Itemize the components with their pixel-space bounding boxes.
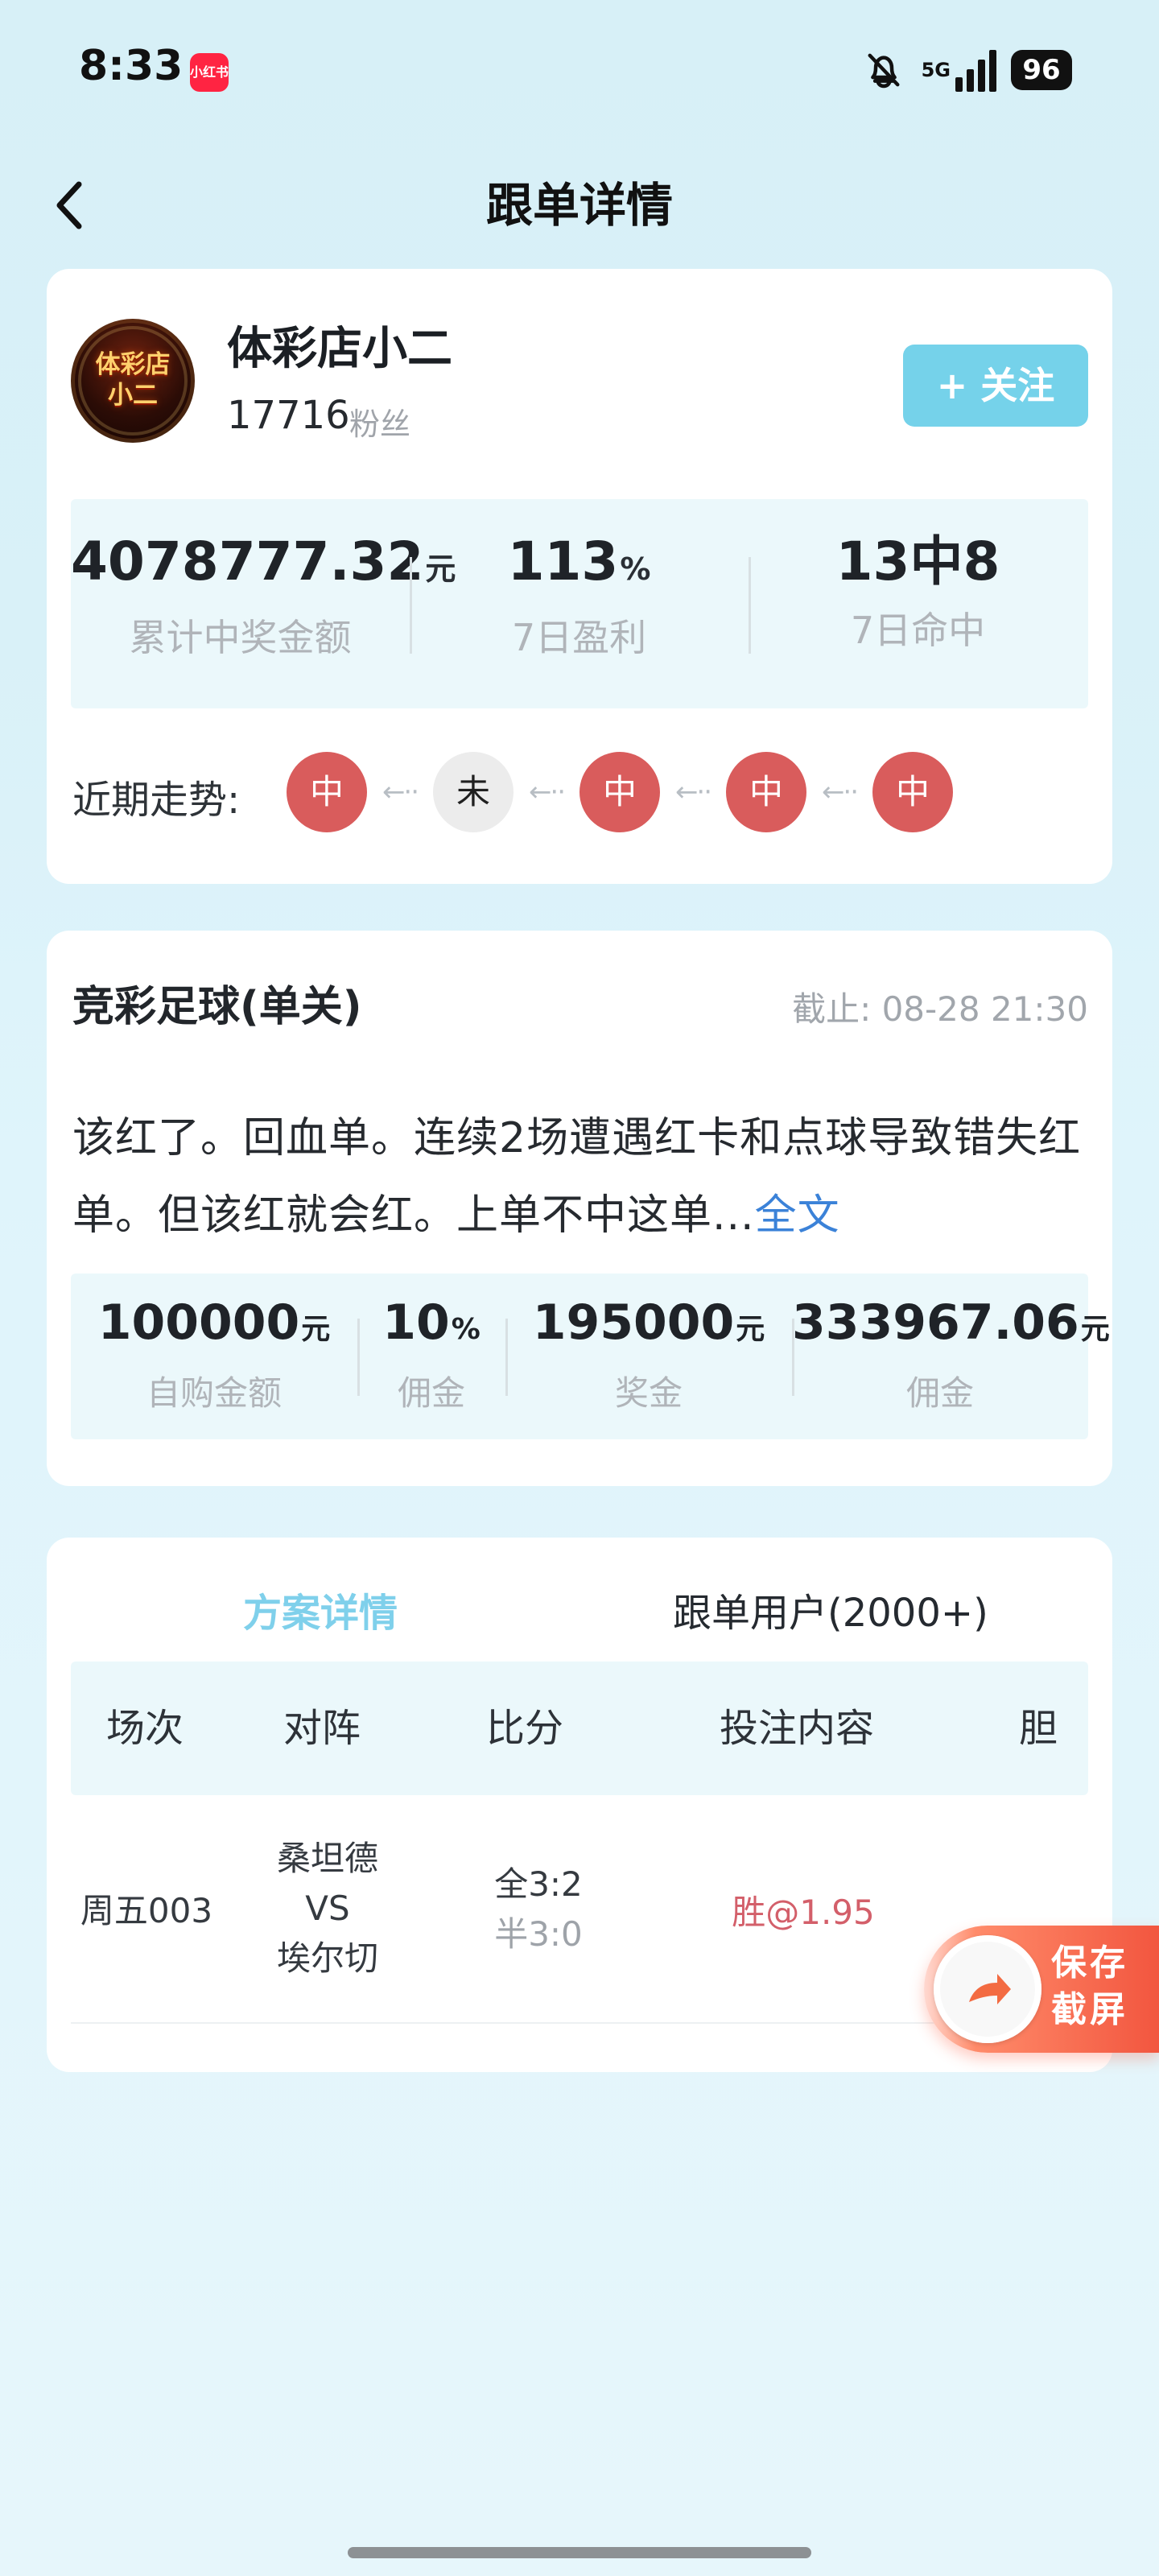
table-header: 场次 对阵 比分 投注内容 胆	[71, 1662, 1088, 1795]
full-time-score: 全3:2	[494, 1864, 583, 1904]
trend-arrow: ←··	[821, 776, 859, 808]
amount-prize: 195000元 奖金	[505, 1291, 792, 1418]
cell-bet-content: 胜@1.95	[732, 1893, 875, 1932]
trend-arrow: ←··	[382, 776, 419, 808]
save-screenshot-button[interactable]: 保存 截屏	[924, 1926, 1159, 2053]
stat-total-prize: 4078777.32元 累计中奖金额	[71, 526, 456, 663]
amount-self-buy-label: 自购金额	[146, 1373, 282, 1413]
network-label: 5G	[921, 59, 951, 81]
stats-strip: 4078777.32元 累计中奖金额 113% 7日盈利 13中8 7日命中	[71, 499, 1088, 708]
amount-self-buy: 100000元 自购金额	[71, 1291, 357, 1418]
page-title: 跟单详情	[485, 178, 673, 233]
notification-off-icon	[868, 53, 900, 89]
follow-button[interactable]: + 关注	[903, 345, 1088, 427]
amount-commission-rate-number: 10	[382, 1294, 450, 1351]
amount-prize-number: 195000	[532, 1294, 735, 1351]
trend-arrow: ←··	[674, 776, 712, 808]
app-mini-icon: 小红书	[190, 53, 229, 92]
profile-name: 体彩店小二	[227, 323, 452, 375]
cell-matchup: 桑坦德 VS 埃尔切	[259, 1834, 396, 1984]
amount-strip: 100000元 自购金额 10% 佣金 195000元 奖金 333967.06…	[71, 1274, 1110, 1439]
header-match-number: 场次	[106, 1706, 184, 1751]
home-team: 桑坦德	[276, 1839, 378, 1878]
save-screenshot-label: 保存 截屏	[1051, 1942, 1128, 2030]
amount-commission-rate-unit: %	[451, 1313, 481, 1346]
amount-commission-rate: 10% 佣金	[357, 1291, 505, 1418]
amount-commission-value: 333967.06元	[792, 1291, 1110, 1361]
trend-label: 近期走势:	[72, 778, 241, 823]
profile-card: 体彩店 小二 体彩店小二 17716 粉丝 + 关注 4078777.32元 累…	[47, 269, 1112, 884]
plan-description-text: 该红了。回血单。连续2场遭遇红卡和点球导致错失红单。但该红就会红。上单不中这单.…	[72, 1114, 1082, 1240]
header-bet-content: 投注内容	[720, 1706, 875, 1751]
stat-total-prize-number: 4078777.32	[71, 530, 424, 592]
stat-hit-7d: 13中8 7日命中	[749, 526, 1087, 655]
cell-score: 全3:2 半3:0	[470, 1860, 607, 1959]
avatar-text: 体彩店 小二	[95, 350, 171, 410]
amount-prize-label: 奖金	[614, 1373, 683, 1413]
read-more-link[interactable]: 全文	[755, 1191, 840, 1240]
network-status: 5G	[922, 48, 996, 92]
amount-commission-label: 佣金	[905, 1373, 974, 1413]
cell-match-number: 周五003	[80, 1891, 213, 1930]
status-time: 8:33	[79, 42, 184, 90]
header-banker: 胆	[1019, 1706, 1058, 1751]
stat-profit-7d: 113% 7日盈利	[410, 526, 749, 663]
tab-plan-details[interactable]: 方案详情	[243, 1581, 398, 1637]
stat-profit-7d-label: 7日盈利	[511, 616, 647, 659]
trend-items: 中 ←·· 未 ←·· 中 ←·· 中 ←·· 中	[287, 752, 953, 832]
fans-label: 粉丝	[349, 407, 411, 442]
stat-hit-7d-value: 13中8	[835, 530, 1000, 592]
amount-commission-unit: 元	[1080, 1313, 1110, 1346]
stat-profit-7d-number: 113	[507, 530, 619, 592]
plan-deadline: 截止: 08-28 21:30	[792, 989, 1088, 1029]
avatar[interactable]: 体彩店 小二	[71, 319, 195, 443]
tab-follow-users[interactable]: 跟单用户(2000+)	[673, 1581, 988, 1637]
trend-badge-hit: 中	[872, 752, 953, 832]
stat-profit-7d-unit: %	[620, 551, 651, 587]
plan-description: 该红了。回血单。连续2场遭遇红卡和点球导致错失红单。但该红就会红。上单不中这单.…	[72, 1100, 1087, 1254]
fans-count: 17716	[227, 393, 350, 438]
status-bar: 8:33 小红书 5G 96	[0, 0, 1159, 145]
plan-card: 竞彩足球(单关) 截止: 08-28 21:30 该红了。回血单。连续2场遭遇红…	[47, 931, 1112, 1486]
trend-badge-hit: 中	[580, 752, 660, 832]
stat-hit-7d-label: 7日命中	[850, 609, 986, 652]
amount-prize-value: 195000元	[505, 1291, 792, 1361]
share-arrow-icon	[969, 1974, 1011, 2004]
amount-commission: 333967.06元 佣金	[792, 1291, 1110, 1418]
battery-icon: 96	[1011, 50, 1072, 90]
stat-total-prize-value: 4078777.32元	[71, 526, 456, 605]
stat-profit-7d-value: 113%	[410, 526, 749, 605]
header-score: 比分	[486, 1706, 564, 1751]
signal-icon	[955, 48, 996, 92]
trend-badge-hit: 中	[287, 752, 367, 832]
away-team: 埃尔切	[276, 1938, 378, 1978]
amount-prize-unit: 元	[736, 1313, 765, 1346]
stat-total-prize-label: 累计中奖金额	[129, 616, 352, 659]
amount-commission-number: 333967.06	[792, 1294, 1079, 1351]
amount-commission-rate-value: 10%	[357, 1291, 505, 1361]
trend-badge-miss: 未	[433, 752, 514, 832]
save-screenshot-icon-circle	[934, 1935, 1041, 2043]
amount-self-buy-number: 100000	[97, 1294, 300, 1351]
amount-commission-rate-label: 佣金	[397, 1373, 465, 1413]
amount-self-buy-unit: 元	[301, 1313, 331, 1346]
status-right-group: 5G 96	[860, 42, 1072, 98]
trend-arrow: ←··	[528, 776, 566, 808]
home-indicator[interactable]	[348, 2547, 811, 2558]
trend-badge-hit: 中	[726, 752, 806, 832]
half-time-score: 半3:0	[494, 1914, 583, 1954]
header-matchup: 对阵	[283, 1706, 361, 1751]
vs-label: VS	[305, 1889, 350, 1928]
top-navigation: 跟单详情	[0, 161, 1159, 250]
amount-self-buy-value: 100000元	[71, 1291, 357, 1361]
plan-type: 竞彩足球(单关)	[72, 983, 362, 1031]
